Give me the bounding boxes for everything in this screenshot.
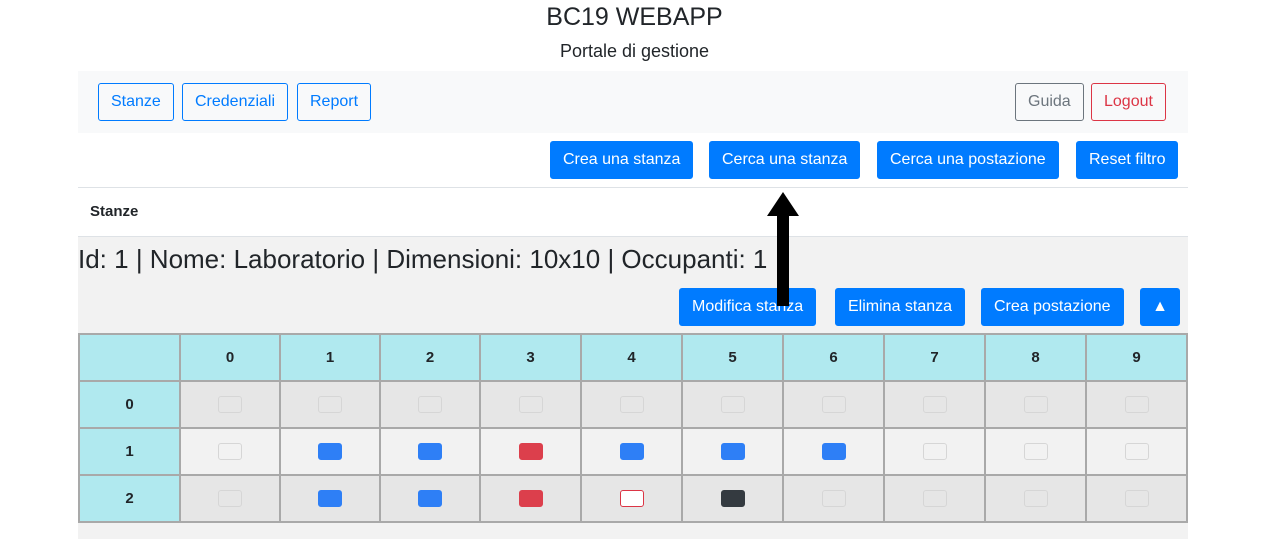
grid-cell: [782, 474, 885, 523]
reset-filtro-button[interactable]: Reset filtro: [1076, 141, 1179, 179]
grid-cell: [379, 380, 481, 429]
seat-empty[interactable]: [318, 396, 342, 414]
seat-blue[interactable]: [821, 443, 846, 461]
grid-cell: [1085, 474, 1188, 523]
seat-red[interactable]: [518, 443, 543, 461]
room-panel: Id: 1 | Nome: Laboratorio | Dimensioni: …: [78, 236, 1188, 539]
column-header: 2: [379, 333, 481, 382]
page: BC19 WEBAPP Portale di gestione Stanze C…: [0, 0, 1269, 539]
column-header: 1: [279, 333, 381, 382]
grid-row: 2: [78, 474, 1188, 523]
column-header: 7: [883, 333, 986, 382]
column-header: 4: [580, 333, 683, 382]
cerca-stanza-button[interactable]: Cerca una stanza: [709, 141, 861, 179]
app-subtitle: Portale di gestione: [559, 41, 710, 61]
divider: [78, 187, 1188, 188]
seat-empty[interactable]: [922, 443, 947, 461]
grid-cell: [279, 427, 381, 476]
seat-empty[interactable]: [218, 490, 242, 508]
grid-cell: [179, 474, 281, 523]
column-header: 9: [1085, 333, 1188, 382]
nav-report-button[interactable]: Report: [297, 83, 372, 121]
grid-cell: [179, 427, 281, 476]
navbar: Stanze Credenziali Report Guida Logout: [78, 71, 1188, 133]
seat-empty[interactable]: [218, 396, 242, 414]
seat-empty[interactable]: [1124, 396, 1149, 414]
column-header: 0: [179, 333, 281, 382]
up-arrow-icon: [767, 192, 799, 306]
logout-button[interactable]: Logout: [1091, 83, 1166, 121]
grid-cell: [379, 474, 481, 523]
grid-cell: [279, 474, 381, 523]
grid-cell: [379, 427, 481, 476]
seat-empty[interactable]: [1023, 443, 1048, 461]
grid-cell: [883, 380, 986, 429]
grid-cell: [279, 380, 381, 429]
seat-empty[interactable]: [720, 396, 745, 414]
column-header: 3: [479, 333, 582, 382]
seat-empty[interactable]: [1124, 490, 1149, 508]
seat-empty[interactable]: [1023, 490, 1048, 508]
grid-cell: [984, 380, 1087, 429]
row-header: 1: [78, 427, 181, 476]
column-header: 6: [782, 333, 885, 382]
nav-credenziali-button[interactable]: Credenziali: [182, 83, 289, 121]
grid-cell: [681, 474, 784, 523]
grid-corner-cell: [78, 333, 181, 382]
grid-cell: [1085, 380, 1188, 429]
seat-empty[interactable]: [619, 396, 644, 414]
grid-cell: [479, 474, 582, 523]
seat-blue[interactable]: [318, 490, 342, 508]
seat-empty[interactable]: [821, 490, 846, 508]
grid-cell: [681, 427, 784, 476]
seat-blue[interactable]: [720, 443, 745, 461]
seat-blue[interactable]: [418, 490, 442, 508]
seat-outline-red[interactable]: [619, 490, 644, 508]
seat-empty[interactable]: [518, 396, 543, 414]
grid-cell: [580, 380, 683, 429]
grid-cell: [782, 427, 885, 476]
seat-empty[interactable]: [218, 443, 242, 461]
seat-red[interactable]: [518, 490, 543, 508]
row-header: 2: [78, 474, 181, 523]
seat-empty[interactable]: [1023, 396, 1048, 414]
seat-empty[interactable]: [922, 396, 947, 414]
nav-stanze-button[interactable]: Stanze: [98, 83, 174, 121]
seat-empty[interactable]: [821, 396, 846, 414]
seat-dark[interactable]: [720, 490, 745, 508]
seat-blue[interactable]: [318, 443, 342, 461]
seat-empty[interactable]: [922, 490, 947, 508]
grid-cell: [883, 474, 986, 523]
grid-cell: [1085, 427, 1188, 476]
grid-cell: [179, 380, 281, 429]
collapse-icon[interactable]: ▲: [1140, 288, 1180, 326]
elimina-stanza-button[interactable]: Elimina stanza: [835, 288, 966, 326]
room-heading: Id: 1 | Nome: Laboratorio | Dimensioni: …: [78, 244, 768, 274]
seat-blue[interactable]: [619, 443, 644, 461]
seat-grid: 0123456789012: [78, 333, 1188, 523]
section-label: Stanze: [90, 203, 139, 220]
grid-cell: [580, 474, 683, 523]
grid-cell: [580, 427, 683, 476]
grid-cell: [782, 380, 885, 429]
grid-cell: [883, 427, 986, 476]
guida-button[interactable]: Guida: [1015, 83, 1084, 121]
crea-stanza-button[interactable]: Crea una stanza: [550, 141, 694, 179]
grid-row: 0: [78, 380, 1188, 429]
seat-empty[interactable]: [1124, 443, 1149, 461]
seat-blue[interactable]: [418, 443, 442, 461]
column-header: 5: [681, 333, 784, 382]
column-header: 8: [984, 333, 1087, 382]
grid-cell: [984, 427, 1087, 476]
grid-cell: [479, 427, 582, 476]
grid-cell: [681, 380, 784, 429]
grid-cell: [479, 380, 582, 429]
grid-cell: [984, 474, 1087, 523]
seat-empty[interactable]: [418, 396, 442, 414]
app-title: BC19 WEBAPP: [546, 3, 723, 31]
crea-postazione-button[interactable]: Crea postazione: [981, 288, 1124, 326]
row-header: 0: [78, 380, 181, 429]
grid-row: 1: [78, 427, 1188, 476]
cerca-postazione-button[interactable]: Cerca una postazione: [877, 141, 1059, 179]
